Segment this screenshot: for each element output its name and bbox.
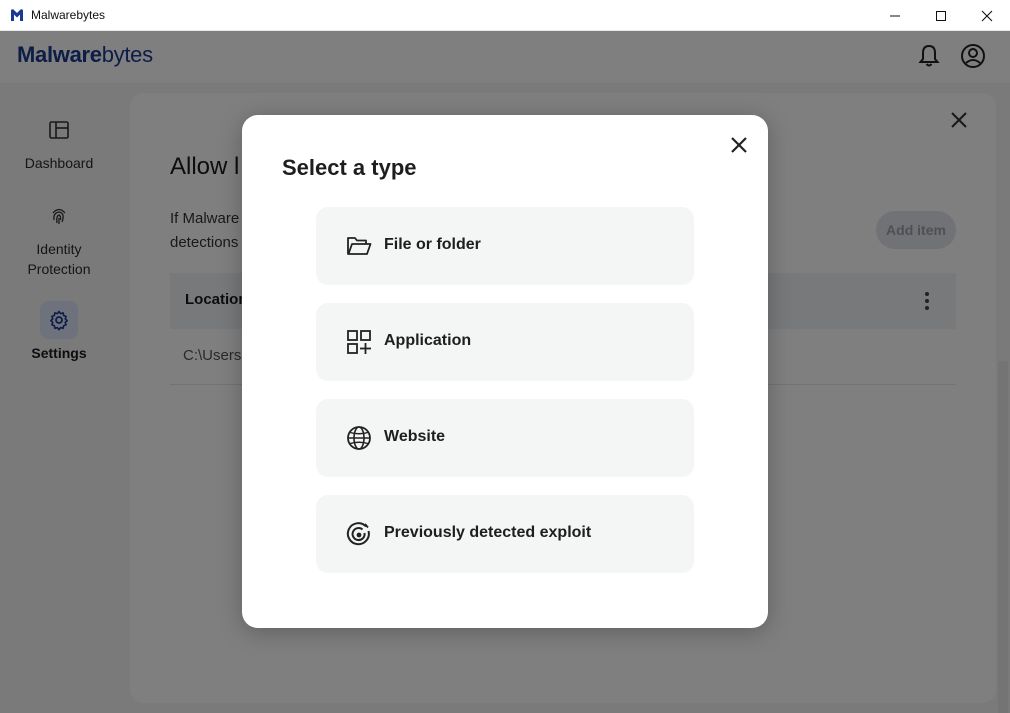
- application-icon: [347, 330, 371, 354]
- minimize-button[interactable]: [872, 0, 918, 31]
- option-file-or-folder[interactable]: File or folder: [316, 207, 694, 285]
- option-previously-detected-exploit[interactable]: Previously detected exploit: [316, 495, 694, 573]
- window-title: Malwarebytes: [31, 8, 106, 22]
- close-window-button[interactable]: [964, 0, 1010, 31]
- close-icon: [981, 10, 993, 21]
- folder-icon: [347, 237, 372, 255]
- close-dialog-icon[interactable]: [728, 134, 750, 156]
- option-website[interactable]: Website: [316, 399, 694, 477]
- globe-icon: [347, 426, 371, 450]
- minimize-icon: [890, 15, 900, 16]
- select-type-dialog: Select a type File or folder Application…: [242, 115, 768, 628]
- dialog-title: Select a type: [282, 155, 417, 180]
- option-application[interactable]: Application: [316, 303, 694, 381]
- option-label: Website: [384, 428, 446, 445]
- window-titlebar: Malwarebytes: [0, 0, 1010, 31]
- option-label: Previously detected exploit: [384, 524, 592, 541]
- malwarebytes-logo-icon: [11, 9, 23, 21]
- option-label: Application: [384, 332, 472, 349]
- option-label: File or folder: [384, 236, 481, 253]
- exploit-icon: [346, 522, 370, 546]
- maximize-icon: [936, 10, 946, 21]
- maximize-button[interactable]: [918, 0, 964, 31]
